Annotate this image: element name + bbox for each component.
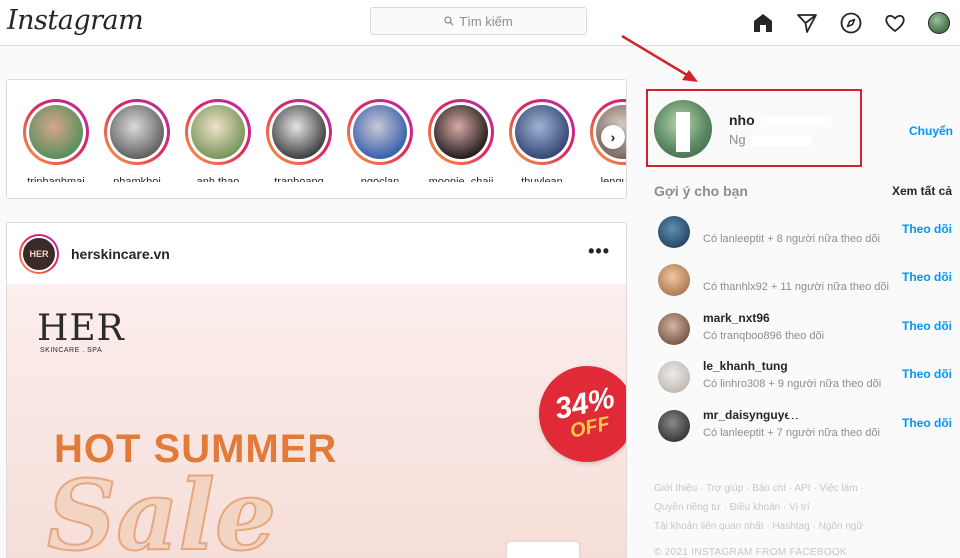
annotation-highlight-box: [646, 89, 862, 167]
footer-links-line[interactable]: Quyền riêng tư · Điều khoản · Vị trí ·: [654, 498, 944, 517]
redaction-mask: [788, 312, 828, 321]
story-ring: [347, 99, 413, 165]
search-placeholder: Tìm kiếm: [459, 13, 513, 29]
profile-avatar[interactable]: [924, 8, 953, 37]
story-ring: [23, 99, 89, 165]
story-avatar: [191, 105, 245, 159]
annotation-arrow-icon: [621, 34, 698, 82]
follow-button[interactable]: Theo dõi: [902, 416, 952, 430]
stories-tray: trinhanhmai phamkhoi anh.thao tranhoang ngoc…: [6, 79, 627, 199]
story-avatar: [515, 105, 569, 159]
story-item[interactable]: thuylean: [509, 99, 575, 182]
suggestion-avatar[interactable]: [658, 361, 690, 393]
feed-post: HER herskincare.vn ••• HER SKINCARE . SP…: [6, 222, 627, 558]
story-item[interactable]: phamkhoi: [104, 99, 170, 182]
story-username: anh.thao: [196, 176, 240, 182]
redaction-mask: [788, 409, 828, 418]
suggestion-followed-by: Có thanhlx92 + 11 người nữa theo dõi: [703, 281, 889, 293]
post-header: HER herskincare.vn •••: [7, 223, 626, 284]
story-username: phamkhoi: [113, 176, 161, 182]
footer-links-line[interactable]: Giới thiệu · Trợ giúp · Báo chí · API · …: [654, 479, 944, 498]
promo-script-text: Sale: [46, 458, 277, 558]
suggestion-avatar[interactable]: [658, 216, 690, 248]
product-image: [507, 542, 579, 558]
avatar: [927, 11, 950, 34]
story-avatar: [110, 105, 164, 159]
search-icon: [444, 16, 454, 26]
instagram-logo[interactable]: Instagram: [7, 5, 144, 36]
footer-links: Giới thiệu · Trợ giúp · Báo chí · API · …: [654, 479, 944, 536]
copyright-text: © 2021 INSTAGRAM FROM FACEBOOK: [654, 547, 847, 558]
stories-next-chevron-icon[interactable]: ›: [601, 125, 625, 149]
post-author-avatar[interactable]: HER: [19, 233, 59, 274]
story-ring: [428, 99, 494, 165]
brand-subtitle: SKINCARE . SPA: [40, 347, 103, 354]
story-item[interactable]: ngoclan: [347, 99, 413, 182]
suggestions-title: Gợi ý cho bạn: [654, 183, 748, 199]
brand-logo: HER: [37, 308, 125, 349]
suggestion-followed-by: Có linhro308 + 9 người nữa theo dõi: [703, 378, 882, 390]
story-item[interactable]: anh.thao: [185, 99, 251, 182]
follow-button[interactable]: Theo dõi: [902, 319, 952, 333]
search-input[interactable]: Tìm kiếm: [370, 7, 587, 35]
story-username: thuylean: [521, 176, 563, 182]
suggestion-avatar[interactable]: [658, 410, 690, 442]
suggestion-row: Có lanleeptit + 8 người nữa theo dõi Theo…: [658, 214, 958, 250]
follow-button[interactable]: Theo dõi: [902, 367, 952, 381]
story-item[interactable]: trinhanhmai: [23, 99, 89, 182]
redaction-mask: [703, 215, 813, 224]
activity-heart-icon[interactable]: [880, 8, 909, 37]
story-username: tranhoang: [274, 176, 324, 182]
footer-links-line[interactable]: Tài khoản liên quan nhất · Hashtag · Ngô…: [654, 517, 944, 536]
suggestion-row: Có thanhlx92 + 11 người nữa theo dõi Theo…: [658, 262, 958, 298]
suggestion-username[interactable]: le_khanh_tung: [703, 359, 788, 373]
post-username[interactable]: herskincare.vn: [71, 246, 170, 262]
explore-icon[interactable]: [836, 8, 865, 37]
switch-account-button[interactable]: Chuyển: [909, 124, 953, 138]
story-avatar: [353, 105, 407, 159]
story-item[interactable]: moonie_chaii: [428, 99, 494, 182]
story-ring: [509, 99, 575, 165]
suggestion-followed-by: Có lanleeptit + 8 người nữa theo dõi: [703, 233, 880, 245]
redaction-mask: [788, 360, 828, 369]
post-avatar-logo: HER: [21, 235, 57, 272]
top-navigation-bar: Instagram Tìm kiếm: [0, 0, 960, 46]
suggestion-row: le_khanh_tung Có linhro308 + 9 người nữa …: [658, 359, 958, 395]
follow-button[interactable]: Theo dõi: [902, 270, 952, 284]
story-item[interactable]: tranhoang: [266, 99, 332, 182]
suggestion-username[interactable]: mr_daisynguyen: [703, 408, 798, 422]
nav-icons: [748, 8, 953, 37]
story-ring: [185, 99, 251, 165]
suggestion-row: mr_daisynguyen Có lanleeptit + 7 người nữ…: [658, 408, 958, 444]
more-options-icon[interactable]: •••: [588, 241, 610, 262]
home-icon[interactable]: [748, 8, 777, 37]
redaction-mask: [703, 263, 813, 272]
suggestion-followed-by: Có tranqboo896 theo dõi: [703, 330, 825, 342]
direct-message-icon[interactable]: [792, 8, 821, 37]
story-username: lenguche: [600, 176, 627, 182]
suggestion-username[interactable]: mark_nxt96: [703, 311, 770, 325]
story-avatar: [29, 105, 83, 159]
story-ring: [266, 99, 332, 165]
suggestion-followed-by: Có lanleeptit + 7 người nữa theo dõi: [703, 427, 880, 439]
story-avatar: [272, 105, 326, 159]
suggestion-avatar[interactable]: [658, 264, 690, 296]
suggestion-row: mark_nxt96 Có tranqboo896 theo dõi Theo dõ…: [658, 311, 958, 347]
story-avatar: [434, 105, 488, 159]
follow-button[interactable]: Theo dõi: [902, 222, 952, 236]
story-username: ngoclan: [360, 176, 400, 182]
story-username: moonie_chaii: [428, 176, 494, 182]
see-all-link[interactable]: Xem tất cả: [892, 184, 952, 198]
discount-badge: 34% OFF: [530, 357, 626, 471]
suggestion-avatar[interactable]: [658, 313, 690, 345]
story-ring: [104, 99, 170, 165]
post-image[interactable]: HER SKINCARE . SPA 34% OFF HOT SUMMER Sa…: [7, 284, 626, 558]
story-username: trinhanhmai: [27, 176, 85, 182]
